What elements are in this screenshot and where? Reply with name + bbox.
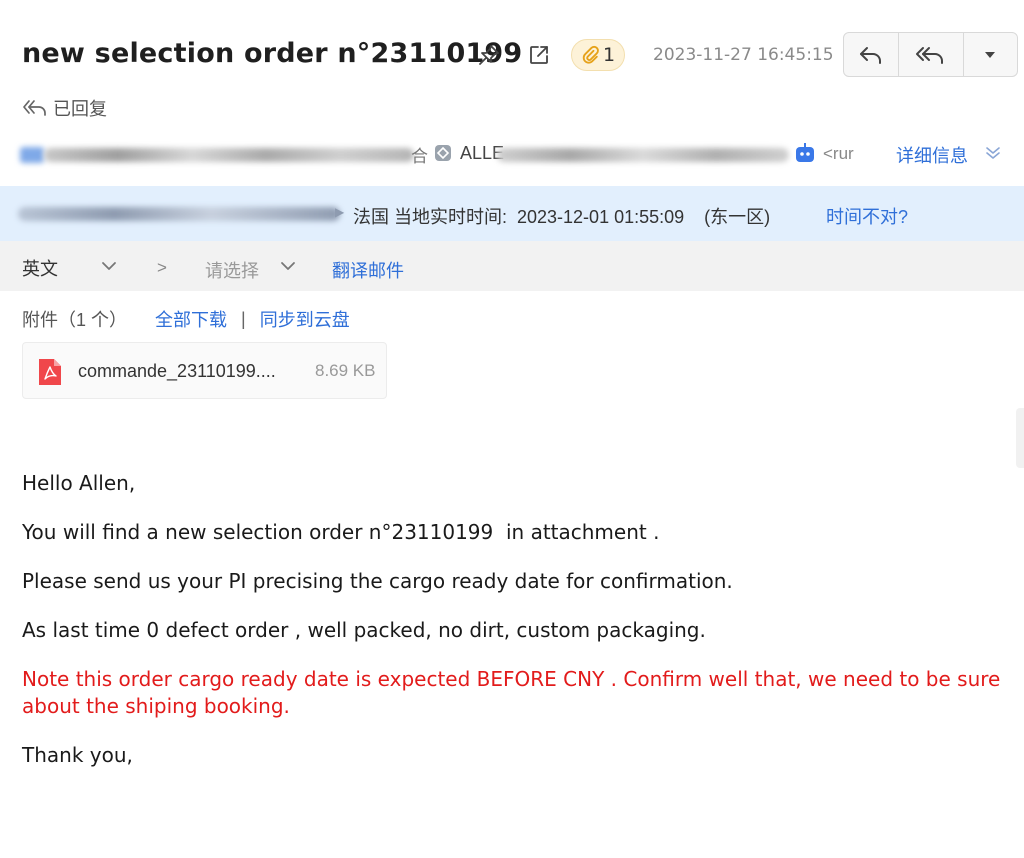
highlighted-note: Note this order cargo ready date is expe… bbox=[22, 667, 1001, 718]
timezone-banner: ▶ 法国 当地实时时间: 2023-12-01 01:55:09 (东一区) 时… bbox=[0, 186, 1024, 241]
scrollbar[interactable] bbox=[1016, 408, 1024, 468]
sender-name-redacted bbox=[44, 148, 414, 162]
chevron-down-icon[interactable] bbox=[99, 256, 119, 276]
source-language-select[interactable]: 英文 bbox=[22, 255, 58, 281]
sender-avatar-redacted bbox=[20, 147, 44, 163]
email-subject: new selection order n°23110199 bbox=[22, 38, 523, 69]
more-actions-dropdown[interactable] bbox=[964, 33, 1017, 76]
contact-tag-icon bbox=[435, 145, 451, 161]
pdf-file-icon bbox=[39, 359, 61, 385]
attachment-badge[interactable]: 1 bbox=[571, 39, 625, 71]
email-date: 2023-11-27 16:45:15 bbox=[653, 45, 834, 65]
reply-button-group bbox=[843, 32, 1018, 77]
sender-address-fragment: <rur bbox=[823, 144, 854, 163]
recipient-redacted bbox=[497, 148, 789, 162]
sender-name-fragment: 合 bbox=[411, 147, 428, 166]
body-line-1: You will find a new selection order n°23… bbox=[22, 520, 660, 544]
attachments-header: 附件（1 个） 全部下载 | 同步到云盘 bbox=[22, 306, 350, 332]
body-line-3: As last time 0 defect order , well packe… bbox=[22, 618, 706, 642]
pin-icon[interactable] bbox=[474, 40, 504, 70]
chevron-down-double-icon[interactable] bbox=[983, 143, 1003, 163]
download-all-link[interactable]: 全部下载 bbox=[155, 306, 227, 332]
replied-label: 已回复 bbox=[53, 99, 107, 119]
translate-email-button[interactable]: 翻译邮件 bbox=[332, 257, 404, 283]
divider: | bbox=[241, 308, 246, 329]
time-wrong-link[interactable]: 时间不对? bbox=[826, 203, 908, 229]
open-new-window-icon[interactable] bbox=[524, 40, 554, 70]
attachment-file-card[interactable]: commande_23110199.... 8.69 KB bbox=[22, 342, 387, 399]
reply-button[interactable] bbox=[844, 33, 900, 76]
closing: Thank you, bbox=[22, 743, 133, 767]
attachment-filesize: 8.69 KB bbox=[315, 361, 376, 380]
reply-all-button[interactable] bbox=[899, 33, 964, 76]
target-language-select[interactable]: 请选择 bbox=[205, 257, 259, 283]
robot-icon[interactable] bbox=[793, 142, 817, 166]
caret-down-icon bbox=[985, 51, 996, 58]
details-link[interactable]: 详细信息 bbox=[896, 142, 968, 168]
replied-status: 已回复 bbox=[22, 95, 107, 121]
paperclip-icon bbox=[582, 45, 599, 64]
body-line-2: Please send us your PI precising the car… bbox=[22, 569, 733, 593]
replied-icon bbox=[23, 100, 46, 116]
email-body: Hello Allen, You will find a new selecti… bbox=[22, 470, 1012, 791]
save-to-cloud-link[interactable]: 同步到云盘 bbox=[260, 306, 350, 332]
sender-redacted-banner bbox=[18, 207, 340, 221]
attachment-filename: commande_23110199.... bbox=[78, 361, 276, 381]
local-time-text: 法国 当地实时时间: 2023-12-01 01:55:09 (东一区) bbox=[353, 207, 771, 227]
reply-icon bbox=[860, 46, 882, 64]
greeting: Hello Allen, bbox=[22, 471, 136, 495]
translate-bar: 英文 > 请选择 翻译邮件 bbox=[0, 241, 1024, 291]
chevron-down-icon[interactable] bbox=[278, 256, 298, 276]
sender-row: 合 ALLE <rur 详细信息 bbox=[0, 138, 1024, 170]
attachment-count: 1 bbox=[602, 44, 616, 66]
reply-all-icon bbox=[915, 46, 943, 64]
language-arrow: > bbox=[157, 258, 167, 277]
arrow-right-icon: ▶ bbox=[335, 205, 345, 219]
email-header: new selection order n°23110199 1 2023-11… bbox=[0, 0, 1024, 186]
attachments-label: 附件（1 个） bbox=[22, 310, 128, 330]
